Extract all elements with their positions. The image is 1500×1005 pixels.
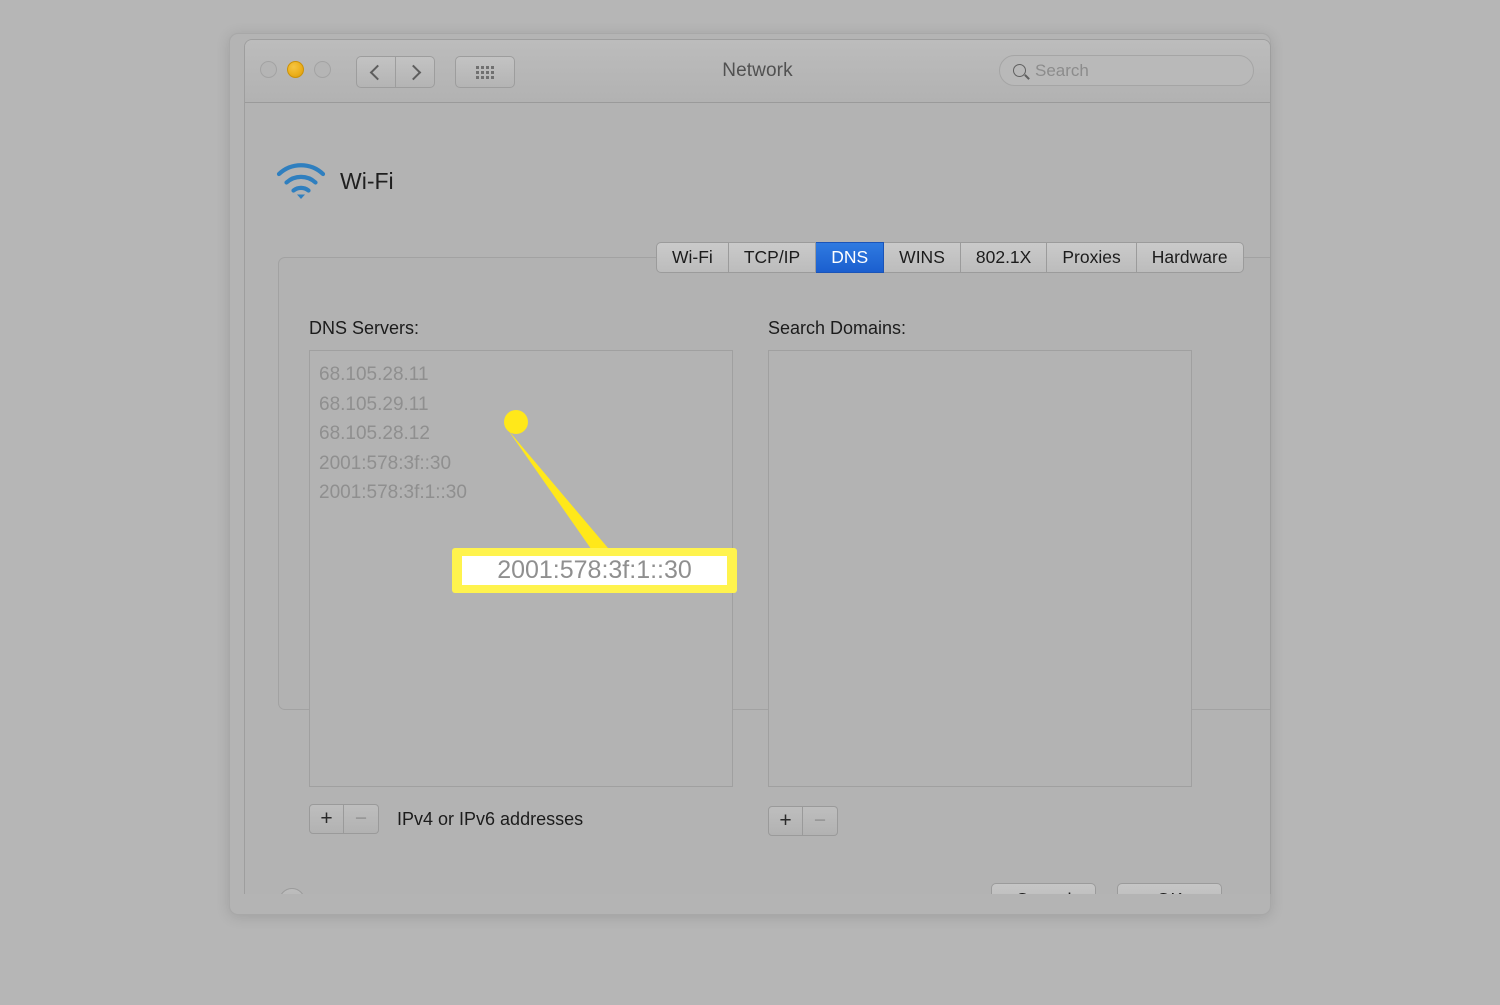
remove-search-domain-button[interactable]: − [803, 806, 838, 836]
list-item[interactable]: 2001:578:3f:1::30 [319, 478, 732, 508]
search-input-placeholder: Search [1035, 60, 1089, 80]
service-name-label: Wi-Fi [340, 167, 394, 194]
search-domains-label: Search Domains: [768, 318, 907, 338]
list-item[interactable]: 68.105.28.12 [319, 419, 732, 449]
tab-bar: Wi-Fi TCP/IP DNS WINS 802.1X Proxies Har… [656, 242, 1244, 273]
dns-servers-hint: IPv4 or IPv6 addresses [397, 809, 584, 829]
dns-tab-panel: DNS Servers: 68.105.28.11 68.105.29.11 6… [278, 257, 1270, 836]
search-domains-list[interactable] [768, 350, 1192, 787]
tab-wifi[interactable]: Wi-Fi [656, 242, 729, 273]
callout-highlight-box: 2001:578:3f:1::30 [452, 548, 737, 593]
search-field[interactable]: Search [999, 55, 1254, 86]
callout-inner-field: 2001:578:3f:1::30 [462, 556, 727, 585]
dns-servers-label: DNS Servers: [309, 318, 420, 338]
add-search-domain-button[interactable]: + [768, 806, 803, 836]
ok-button[interactable]: OK [1117, 883, 1222, 894]
cancel-button[interactable]: Cancel [991, 883, 1096, 894]
wifi-icon [275, 161, 327, 201]
tab-dns[interactable]: DNS [816, 242, 885, 273]
remove-dns-server-button[interactable]: − [344, 804, 379, 834]
tab-proxies[interactable]: Proxies [1047, 242, 1137, 273]
window-titlebar: Network Search [245, 40, 1270, 103]
search-domains-add-remove-group: + − [768, 806, 838, 836]
service-header: Wi-Fi [275, 161, 394, 201]
search-icon [1013, 64, 1026, 77]
help-button[interactable]: ? [279, 888, 305, 894]
dns-servers-add-remove-group: + − [309, 804, 379, 834]
network-preferences-window: Network Search Wi-Fi Wi-Fi TCP/IP DNS WI… [244, 39, 1271, 894]
window-body: Wi-Fi Wi-Fi TCP/IP DNS WINS 802.1X Proxi… [245, 103, 1270, 894]
list-item[interactable]: 68.105.28.11 [319, 360, 732, 390]
tab-tcpip[interactable]: TCP/IP [728, 242, 817, 273]
list-item[interactable]: 68.105.29.11 [319, 390, 732, 420]
tab-8021x[interactable]: 802.1X [960, 242, 1048, 273]
list-item[interactable]: 2001:578:3f::30 [319, 449, 732, 479]
add-dns-server-button[interactable]: + [309, 804, 344, 834]
tab-wins[interactable]: WINS [884, 242, 961, 273]
tab-hardware[interactable]: Hardware [1136, 242, 1244, 273]
callout-text: 2001:578:3f:1::30 [497, 556, 692, 584]
